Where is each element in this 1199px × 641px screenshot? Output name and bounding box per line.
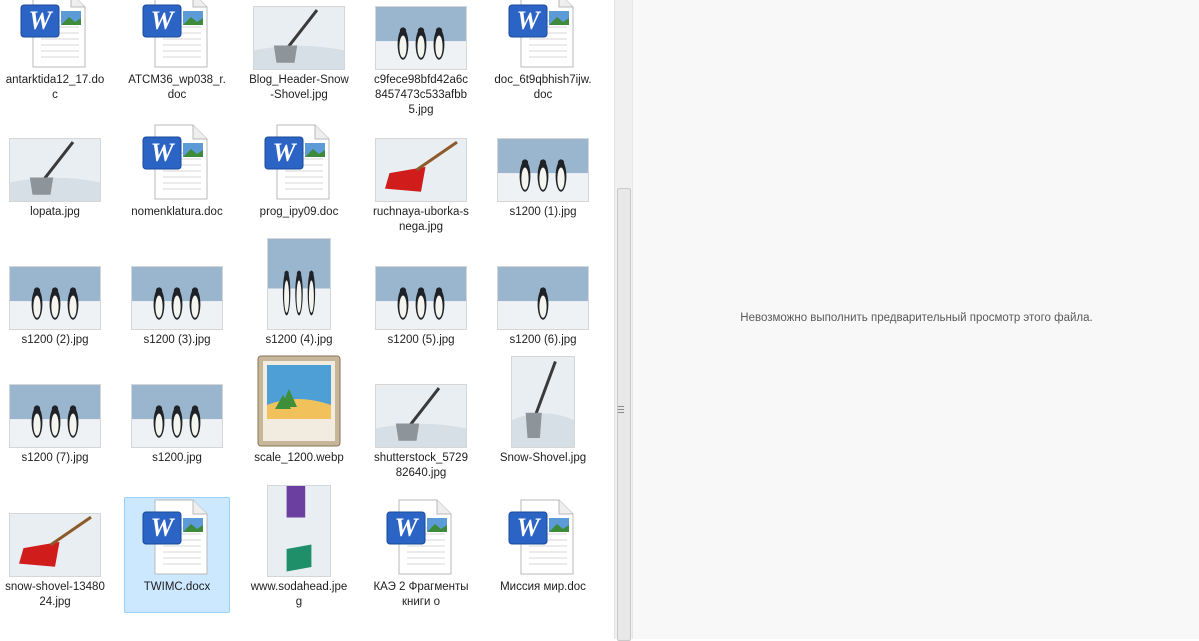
file-name-label: lopata.jpg bbox=[30, 206, 80, 218]
word-document-icon: W bbox=[125, 498, 229, 576]
file-item[interactable]: www.sodahead.jpeg bbox=[246, 486, 352, 613]
penguins-photo-thumbnail-icon bbox=[369, 0, 473, 69]
file-name-label: s1200 (2).jpg bbox=[21, 334, 89, 346]
svg-text:W: W bbox=[272, 138, 297, 167]
svg-text:W: W bbox=[150, 138, 175, 167]
file-name-label: s1200 (5).jpg bbox=[387, 334, 455, 346]
file-name-label: scale_1200.webp bbox=[254, 452, 344, 464]
file-name-label: doc_6t9qbhish7ijw.doc bbox=[494, 74, 592, 101]
file-item[interactable]: ruchnaya-uborka-snega.jpg bbox=[368, 122, 474, 238]
snow-shovel-photo-thumbnail-icon bbox=[247, 0, 351, 69]
file-item[interactable]: W КАЭ 2 Фрагменты книги о bbox=[368, 497, 474, 613]
file-name-label: antarktida12_17.doc bbox=[5, 74, 105, 101]
file-name-label: www.sodahead.jpeg bbox=[250, 581, 348, 608]
preview-message: Невозможно выполнить предварительный про… bbox=[740, 312, 1093, 324]
shovel-in-snow-photo-thumbnail-icon bbox=[3, 123, 107, 201]
penguin-photo-thumbnail-icon bbox=[491, 251, 595, 329]
red-shovels-photo-thumbnail-icon bbox=[369, 123, 473, 201]
penguins-photo-thumbnail-icon bbox=[247, 239, 351, 329]
file-item[interactable]: Snow-Shovel.jpg bbox=[490, 357, 596, 484]
file-name-label: Snow-Shovel.jpg bbox=[499, 452, 587, 464]
file-item[interactable]: c9fece98bfd42a6c8457473c533afbb5.jpg bbox=[368, 0, 474, 116]
file-item[interactable]: shutterstock_572982640.jpg bbox=[368, 368, 474, 484]
penguins-photo-thumbnail-icon bbox=[369, 251, 473, 329]
file-item[interactable]: s1200.jpg bbox=[124, 368, 230, 484]
file-item[interactable]: W prog_ipy09.doc bbox=[246, 122, 352, 238]
penguins-photo-thumbnail-icon bbox=[3, 369, 107, 447]
word-document-icon: W bbox=[369, 498, 473, 576]
file-name-label: c9fece98bfd42a6c8457473c533afbb5.jpg bbox=[374, 74, 468, 116]
image-file-icon bbox=[247, 355, 351, 447]
file-name-label: nomenklatura.doc bbox=[131, 206, 223, 218]
file-name-label: TWIMC.docx bbox=[143, 581, 211, 593]
word-document-icon: W bbox=[125, 0, 229, 69]
penguins-photo-thumbnail-icon bbox=[491, 123, 595, 201]
red-shovel-photo-thumbnail-icon bbox=[3, 498, 107, 576]
file-name-label: КАЭ 2 Фрагменты книги о bbox=[373, 581, 469, 608]
penguins-photo-thumbnail-icon bbox=[3, 251, 107, 329]
file-name-label: snow-shovel-1348024.jpg bbox=[5, 581, 105, 608]
svg-text:W: W bbox=[516, 6, 541, 35]
file-item[interactable]: W nomenklatura.doc bbox=[124, 122, 230, 238]
file-name-label: prog_ipy09.doc bbox=[259, 206, 339, 218]
svg-text:W: W bbox=[150, 513, 175, 542]
file-name-label: shutterstock_572982640.jpg bbox=[374, 452, 468, 479]
file-name-label: s1200 (3).jpg bbox=[143, 334, 211, 346]
word-document-icon: W bbox=[491, 498, 595, 576]
scrollbar-grip-icon bbox=[618, 406, 624, 415]
svg-text:W: W bbox=[516, 513, 541, 542]
file-name-label: s1200 (7).jpg bbox=[21, 452, 89, 464]
file-item[interactable]: s1200 (7).jpg bbox=[2, 368, 108, 484]
file-item[interactable]: W ATCM36_wp038_r.doc bbox=[124, 0, 230, 106]
file-item[interactable]: s1200 (2).jpg bbox=[2, 250, 108, 366]
file-item[interactable]: s1200 (1).jpg bbox=[490, 122, 596, 238]
file-name-label: s1200 (4).jpg bbox=[265, 334, 333, 346]
file-list-pane: W antarktida12_17.doc W ATCM36_wp038_r.d… bbox=[0, 0, 612, 639]
vertical-scrollbar[interactable] bbox=[614, 0, 632, 641]
file-item[interactable]: Blog_Header-Snow-Shovel.jpg bbox=[246, 0, 352, 106]
person-shoveling-photo-thumbnail-icon bbox=[247, 486, 351, 576]
word-document-icon: W bbox=[247, 123, 351, 201]
file-item[interactable]: lopata.jpg bbox=[2, 122, 108, 238]
file-name-label: s1200 (6).jpg bbox=[509, 334, 577, 346]
word-document-icon: W bbox=[3, 0, 107, 69]
file-name-label: ruchnaya-uborka-snega.jpg bbox=[373, 206, 469, 233]
snow-shovel-photo-thumbnail-icon bbox=[491, 357, 595, 447]
file-item[interactable]: s1200 (3).jpg bbox=[124, 250, 230, 366]
file-item[interactable]: s1200 (5).jpg bbox=[368, 250, 474, 366]
file-name-label: s1200.jpg bbox=[152, 452, 202, 464]
shovel-in-snow-photo-thumbnail-icon bbox=[369, 369, 473, 447]
svg-text:W: W bbox=[394, 513, 419, 542]
file-name-label: Миссия мир.doc bbox=[500, 581, 586, 593]
file-item[interactable]: W TWIMC.docx bbox=[124, 497, 230, 613]
file-name-label: s1200 (1).jpg bbox=[509, 206, 577, 218]
svg-text:W: W bbox=[150, 6, 175, 35]
penguins-photo-thumbnail-icon bbox=[125, 251, 229, 329]
file-item[interactable]: W antarktida12_17.doc bbox=[2, 0, 108, 106]
word-document-icon: W bbox=[125, 123, 229, 201]
file-item[interactable]: s1200 (4).jpg bbox=[246, 239, 352, 366]
penguins-photo-thumbnail-icon bbox=[125, 369, 229, 447]
file-item[interactable]: W doc_6t9qbhish7ijw.doc bbox=[490, 0, 596, 106]
file-name-label: Blog_Header-Snow-Shovel.jpg bbox=[249, 74, 349, 101]
file-item[interactable]: s1200 (6).jpg bbox=[490, 250, 596, 366]
svg-text:W: W bbox=[28, 6, 53, 35]
file-item[interactable]: W Миссия мир.doc bbox=[490, 497, 596, 613]
file-name-label: ATCM36_wp038_r.doc bbox=[128, 74, 226, 101]
file-item[interactable]: scale_1200.webp bbox=[246, 355, 352, 484]
file-item[interactable]: snow-shovel-1348024.jpg bbox=[2, 497, 108, 613]
word-document-icon: W bbox=[491, 0, 595, 69]
preview-pane: Невозможно выполнить предварительный про… bbox=[632, 0, 1199, 639]
